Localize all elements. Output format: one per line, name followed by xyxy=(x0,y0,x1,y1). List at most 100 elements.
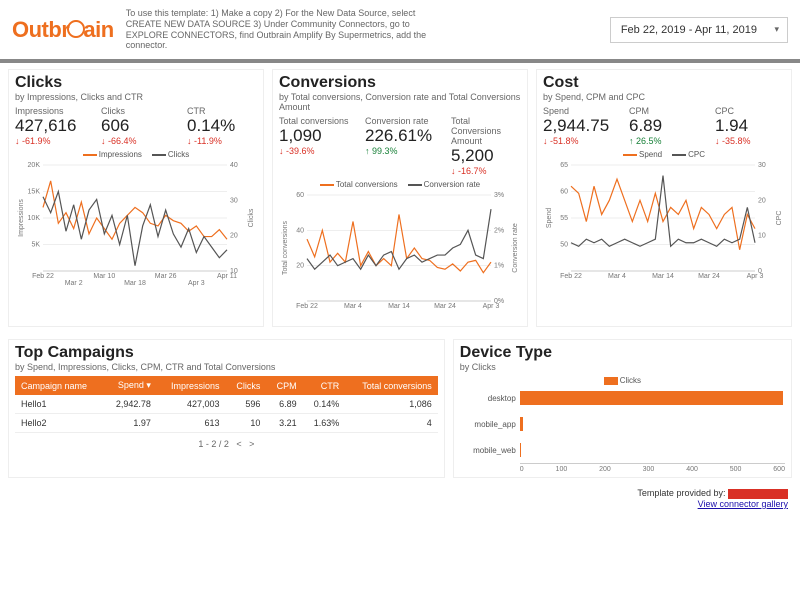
metric: Total conversions 1,090 ↓ -39.6% xyxy=(279,116,349,176)
svg-text:50: 50 xyxy=(560,242,568,249)
table-cell: 10 xyxy=(226,414,267,433)
svg-text:20: 20 xyxy=(296,263,304,270)
svg-text:Total conversions: Total conversions xyxy=(282,221,289,276)
bar-track xyxy=(520,415,785,433)
table-cell: 2,942.78 xyxy=(104,395,157,414)
svg-text:Feb 22: Feb 22 xyxy=(296,303,318,310)
campaigns-panel: Top Campaigns by Spend, Impressions, Cli… xyxy=(8,339,445,478)
bar-fill xyxy=(520,417,524,431)
device-subtitle: by Clicks xyxy=(460,362,785,372)
table-cell: 596 xyxy=(226,395,267,414)
svg-text:30: 30 xyxy=(230,198,238,205)
metric-delta: ↓ -51.8% xyxy=(543,136,613,146)
metric-delta: ↓ -11.9% xyxy=(187,136,257,146)
clicks-chart: ImpressionsClicks5K10K15K20K10203040Feb … xyxy=(15,150,257,292)
svg-text:Mar 14: Mar 14 xyxy=(388,303,410,310)
pager: 1 - 2 / 2 < > xyxy=(15,433,438,455)
svg-text:15K: 15K xyxy=(28,189,41,196)
date-range-picker[interactable]: Feb 22, 2019 - Apr 11, 2019 xyxy=(610,17,788,43)
clicks-title: Clicks xyxy=(15,74,257,92)
metric: CPM 6.89 ↑ 26.5% xyxy=(629,106,699,146)
svg-text:Mar 24: Mar 24 xyxy=(698,273,720,280)
metric-value: 2,944.75 xyxy=(543,116,613,136)
metric-value: 0.14% xyxy=(187,116,257,136)
conversions-panel: Conversions by Total conversions, Conver… xyxy=(272,69,528,327)
svg-text:Mar 24: Mar 24 xyxy=(434,303,456,310)
supermetrics-logo xyxy=(728,489,788,499)
table-cell: 6.89 xyxy=(266,395,302,414)
metric-delta: ↓ -66.4% xyxy=(101,136,171,146)
footer: Template provided by: View connector gal… xyxy=(0,484,800,513)
table-header[interactable]: CPM xyxy=(266,376,302,395)
svg-text:Mar 26: Mar 26 xyxy=(155,273,177,280)
svg-text:Clicks: Clicks xyxy=(248,208,255,227)
svg-text:55: 55 xyxy=(560,215,568,222)
metric-value: 427,616 xyxy=(15,116,85,136)
svg-text:Mar 10: Mar 10 xyxy=(93,273,115,280)
table-cell: 427,003 xyxy=(157,395,226,414)
metric-delta: ↓ -39.6% xyxy=(279,146,349,156)
conversions-title: Conversions xyxy=(279,74,521,92)
campaigns-table: Campaign nameSpend ▾ImpressionsClicksCPM… xyxy=(15,376,438,433)
table-header[interactable]: Impressions xyxy=(157,376,226,395)
cost-subtitle: by Spend, CPM and CPC xyxy=(543,92,785,102)
metric-delta: ↓ -16.7% xyxy=(451,166,521,176)
device-legend: Clicks xyxy=(460,376,785,385)
metric-value: 1.94 xyxy=(715,116,785,136)
metric-label: CTR xyxy=(187,106,257,116)
metric: Impressions 427,616 ↓ -61.9% xyxy=(15,106,85,146)
table-row[interactable]: Hello21.97613103.211.63%4 xyxy=(15,414,438,433)
table-cell: 1.63% xyxy=(303,414,346,433)
table-row[interactable]: Hello12,942.78427,0035966.890.14%1,086 xyxy=(15,395,438,414)
connector-gallery-link[interactable]: View connector gallery xyxy=(698,499,788,509)
table-header[interactable]: Total conversions xyxy=(345,376,438,395)
svg-text:Mar 4: Mar 4 xyxy=(608,273,626,280)
metric-delta: ↑ 26.5% xyxy=(629,136,699,146)
metric-label: CPC xyxy=(715,106,785,116)
metric-label: Conversion rate xyxy=(365,116,435,126)
pager-prev[interactable]: < xyxy=(236,439,241,449)
metric-delta: ↑ 99.3% xyxy=(365,146,435,156)
table-header[interactable]: Clicks xyxy=(226,376,267,395)
metric-label: Impressions xyxy=(15,106,85,116)
table-header[interactable]: Campaign name xyxy=(15,376,104,395)
bar-track xyxy=(520,441,785,459)
cost-title: Cost xyxy=(543,74,785,92)
table-cell: 4 xyxy=(345,414,438,433)
svg-text:Apr 3: Apr 3 xyxy=(188,280,205,287)
bottom-row: Top Campaigns by Spend, Impressions, Cli… xyxy=(0,333,800,484)
svg-text:40: 40 xyxy=(230,162,238,169)
svg-text:30: 30 xyxy=(758,162,766,169)
metric-value: 1,090 xyxy=(279,126,349,146)
svg-text:20: 20 xyxy=(758,198,766,205)
metric-label: CPM xyxy=(629,106,699,116)
campaigns-title: Top Campaigns xyxy=(15,344,438,362)
metric: CPC 1.94 ↓ -35.8% xyxy=(715,106,785,146)
device-title: Device Type xyxy=(460,344,785,362)
table-cell: 1.97 xyxy=(104,414,157,433)
metric-value: 5,200 xyxy=(451,146,521,166)
table-header[interactable]: Spend ▾ xyxy=(104,376,157,395)
logo-icon xyxy=(67,20,85,38)
metric: Spend 2,944.75 ↓ -51.8% xyxy=(543,106,613,146)
metric-value: 606 xyxy=(101,116,171,136)
svg-text:Apr 11: Apr 11 xyxy=(217,273,237,280)
metric: Clicks 606 ↓ -66.4% xyxy=(101,106,171,146)
bar-row: mobile_app xyxy=(460,411,785,437)
metric-label: Spend xyxy=(543,106,613,116)
metric-delta: ↓ -61.9% xyxy=(15,136,85,146)
cost-chart: SpendCPC505560650102030Feb 22Mar 4Mar 14… xyxy=(543,150,785,292)
svg-text:10: 10 xyxy=(758,233,766,240)
table-header[interactable]: CTR xyxy=(303,376,346,395)
bar-fill xyxy=(520,391,783,405)
bar-row: mobile_web xyxy=(460,437,785,463)
pager-next[interactable]: > xyxy=(249,439,254,449)
table-cell: Hello2 xyxy=(15,414,104,433)
metric-label: Total conversions xyxy=(279,116,349,126)
svg-text:Feb 22: Feb 22 xyxy=(560,273,582,280)
bar-label: mobile_app xyxy=(460,420,520,429)
cost-panel: Cost by Spend, CPM and CPC Spend 2,944.7… xyxy=(536,69,792,327)
conversions-chart: Total conversionsConversion rate2040600%… xyxy=(279,180,521,322)
device-axis: 0100200300400500600 xyxy=(520,463,785,473)
svg-text:Mar 4: Mar 4 xyxy=(344,303,362,310)
